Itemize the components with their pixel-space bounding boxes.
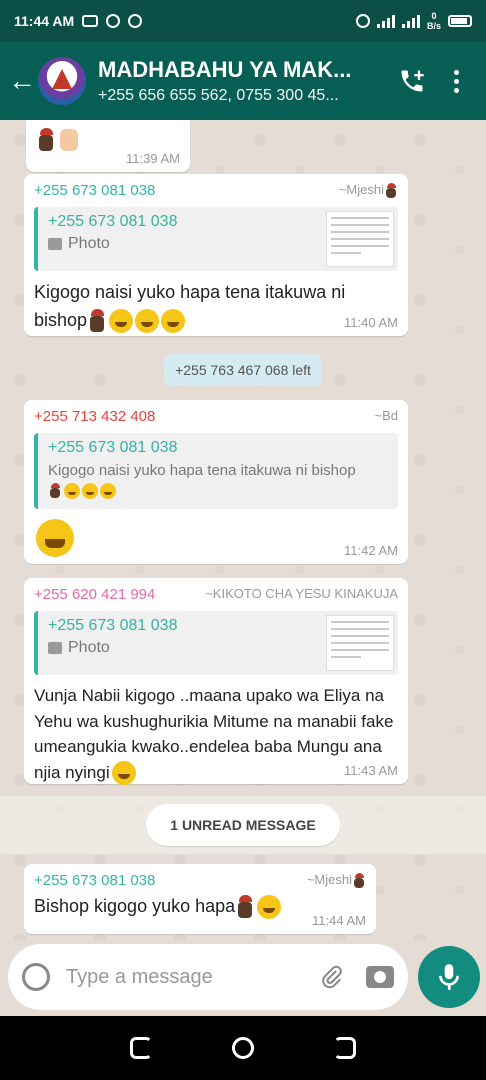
photo-icon [48,238,62,250]
quoted-message[interactable]: +255 673 081 038 Photo [34,611,398,675]
signal-icon-2 [401,14,420,28]
sender-alias: ~Mjeshi [339,182,398,199]
person-emoji-icon [384,182,398,199]
grin-emoji-icon [82,483,98,500]
status-bar: 11:44 AM 0 B/s [0,0,486,42]
person-emoji-icon [87,309,107,333]
quoted-text: Kigogo naisi yuko hapa tena itakuwa ni b… [48,462,356,479]
message-bubble[interactable]: +255 673 081 038 ~Mjeshi Bishop kigogo y… [24,864,376,934]
message-time: 11:40 AM [344,315,398,330]
recent-apps-icon[interactable] [130,1037,152,1059]
unread-badge: 1 UNREAD MESSAGE [146,804,340,846]
group-avatar[interactable] [38,57,86,105]
chrome-icon [128,14,143,28]
thinking-emoji-icon [111,761,136,786]
quoted-photo-thumbnail [326,615,394,671]
back-arrow-icon[interactable]: ← [0,67,36,95]
person-emoji-icon [48,483,62,499]
smile-emoji-icon [36,519,74,557]
system-notice: +255 763 467 068 left [164,354,322,386]
grin-emoji-icon [100,483,116,500]
message-sender[interactable]: +255 713 432 408 [34,408,398,425]
overflow-menu-button[interactable] [434,69,478,93]
chat-area[interactable]: 11:39 AM +255 673 081 038 ~Mjeshi +255 6… [0,120,486,940]
message-time: 11:44 AM [312,913,366,928]
person-emoji-icon [352,872,366,889]
quoted-message[interactable]: +255 673 081 038 Photo [34,207,398,271]
message-bubble[interactable]: 11:39 AM [26,120,190,172]
grin-emoji-icon [64,483,80,500]
shield-icon [106,14,121,28]
quoted-photo-thumbnail [326,211,394,267]
quoted-message[interactable]: +255 673 081 038 Kigogo naisi yuko hapa … [34,433,398,509]
mute-icon [355,14,370,28]
message-time: 11:43 AM [344,763,398,778]
sender-alias: ~Mjeshi [307,872,366,889]
thinking-emoji-icon [257,895,282,920]
sender-alias: ~Bd [374,408,399,423]
quoted-sender: +255 673 081 038 [48,439,178,456]
person-emoji-icon [235,895,255,919]
message-bubble[interactable]: +255 620 421 994 ~KIKOTO CHA YESU KINAKU… [24,578,408,786]
quoted-text: Photo [68,235,110,252]
grin-emoji-icon [109,309,134,334]
attach-icon[interactable] [320,965,344,989]
microphone-icon [439,964,459,990]
quoted-text: Photo [68,639,110,656]
system-nav-bar [0,1016,486,1080]
grin-emoji-icon [135,309,160,334]
message-composer[interactable]: Type a message [8,944,408,1010]
message-time: 11:42 AM [344,543,398,558]
back-icon[interactable] [334,1037,356,1059]
emoji-picker-icon[interactable] [22,963,50,991]
message-bubble[interactable]: +255 713 432 408 ~Bd +255 673 081 038 Ki… [24,400,408,564]
signal-icon [376,14,395,28]
sender-alias: ~KIKOTO CHA YESU KINAKUJA [205,586,398,601]
status-time: 11:44 AM [14,13,75,29]
youtube-icon [82,15,99,27]
camera-icon[interactable] [366,966,394,988]
chat-header: ← MADHABAHU YA MAK... +255 656 655 562, … [0,42,486,120]
group-info[interactable]: MADHABAHU YA MAK... +255 656 655 562, 07… [98,57,378,105]
battery-icon [448,15,472,27]
message-input[interactable]: Type a message [66,966,320,989]
net-speed: 0 B/s [426,11,441,31]
person-emoji-icon [36,128,56,152]
photo-icon [48,642,62,654]
pointing-hand-emoji-icon [60,129,78,151]
group-title: MADHABAHU YA MAK... [98,57,352,82]
message-bubble[interactable]: +255 673 081 038 ~Mjeshi +255 673 081 03… [24,174,408,336]
group-participants: +255 656 655 562, 0755 300 45... [98,87,339,104]
add-call-button[interactable] [390,67,434,95]
home-icon[interactable] [232,1037,254,1059]
grin-emoji-icon [161,309,186,334]
message-time: 11:39 AM [126,151,180,166]
voice-record-button[interactable] [418,946,480,1008]
add-call-icon [401,70,424,92]
